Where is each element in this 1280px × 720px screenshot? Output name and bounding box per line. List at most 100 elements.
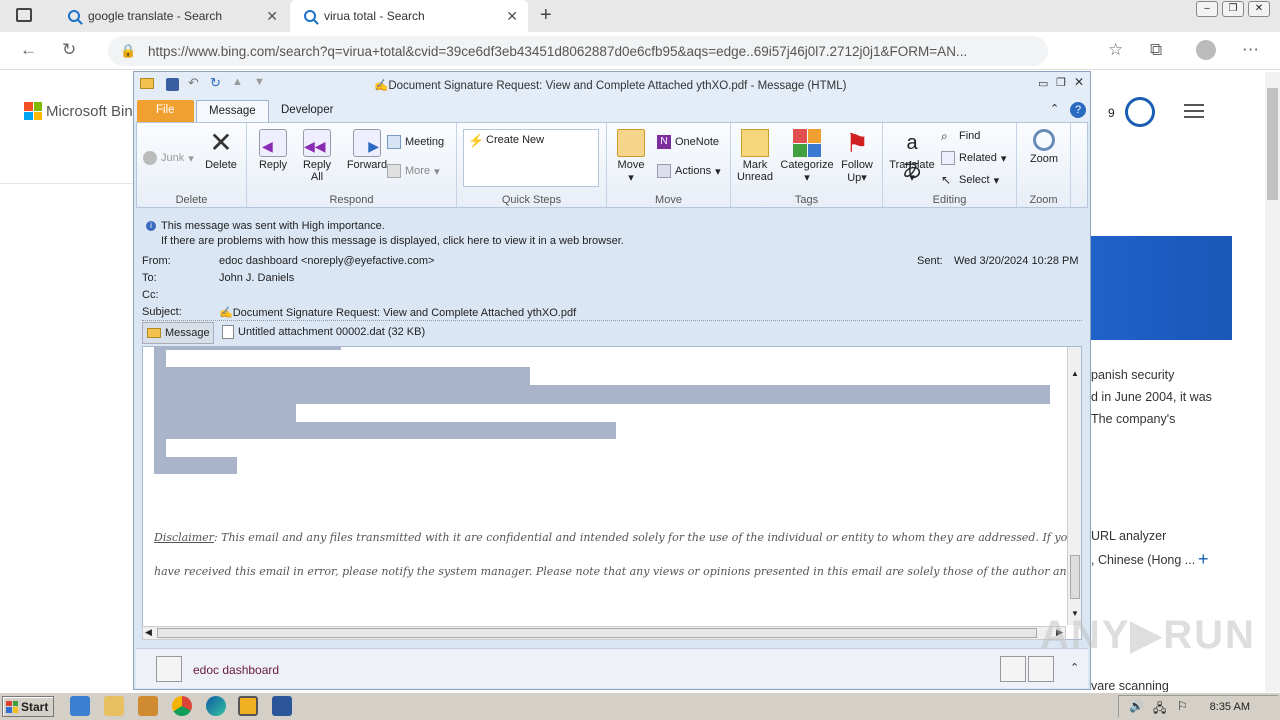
help-icon[interactable]: ?: [1070, 102, 1086, 118]
undo-icon[interactable]: ↶: [188, 75, 199, 91]
word-icon[interactable]: [272, 696, 292, 716]
meeting-button[interactable]: Meeting: [387, 135, 444, 149]
more-label: More: [405, 165, 431, 177]
collections-icon[interactable]: ⧉: [1150, 40, 1162, 60]
magnifier-icon: [1033, 129, 1055, 151]
tab-file[interactable]: File: [137, 100, 194, 122]
scroll-left-icon[interactable]: ◀: [145, 627, 152, 638]
expand-icon[interactable]: +: [1198, 549, 1209, 570]
redo-icon[interactable]: ↻: [210, 75, 221, 91]
subject-value: ✍Document Signature Request: View and Co…: [219, 307, 577, 319]
bing-blue-card: [1090, 236, 1232, 340]
side-text[interactable]: URL analyzer: [1091, 529, 1166, 543]
close-icon[interactable]: ✕: [506, 8, 518, 25]
forward-button[interactable]: ▶ Forward: [345, 129, 389, 171]
zoom-button[interactable]: Zoom: [1023, 129, 1065, 165]
create-new-label: Create New: [486, 134, 545, 146]
attachment-item[interactable]: Untitled attachment 00002.dat (32 KB): [222, 325, 425, 339]
more-respond-button[interactable]: More ▾: [387, 164, 440, 178]
junk-button[interactable]: Junk ▾: [143, 151, 194, 165]
selection-highlight: [154, 385, 1050, 404]
avatar[interactable]: [1000, 656, 1026, 682]
restore-button[interactable]: ❐: [1056, 76, 1066, 89]
categorize-button[interactable]: Categorize ▾: [779, 129, 835, 184]
lock-icon[interactable]: 🔒: [120, 43, 136, 59]
favorites-icon[interactable]: ☆: [1108, 40, 1123, 60]
selection-highlight: [154, 439, 166, 457]
tab-google-translate[interactable]: google translate - Search ✕: [54, 0, 288, 32]
find-label: Find: [959, 130, 981, 142]
outlook-icon[interactable]: [238, 696, 258, 716]
view-in-browser-notice[interactable]: If there are problems with how this mess…: [161, 235, 624, 247]
body-horizontal-scrollbar[interactable]: ◀ ▶: [142, 626, 1066, 640]
message-view-tab[interactable]: Message: [142, 322, 214, 344]
new-tab-button[interactable]: +: [540, 4, 552, 27]
tab-message[interactable]: Message: [196, 100, 269, 122]
mark-unread-button[interactable]: Mark Unread: [735, 129, 775, 183]
quick-steps-gallery[interactable]: ⚡ Create New: [463, 129, 599, 187]
actions-button[interactable]: Actions ▾: [657, 164, 721, 178]
move-button[interactable]: Move ▾: [613, 129, 649, 184]
media-player-icon[interactable]: [138, 696, 158, 716]
start-button[interactable]: Start: [2, 696, 54, 717]
scroll-thumb[interactable]: [1070, 555, 1080, 599]
rewards-icon[interactable]: [1125, 97, 1155, 127]
side-text[interactable]: , Chinese (Hong ...: [1091, 553, 1195, 567]
restore-button[interactable]: ❐: [1222, 1, 1244, 17]
reply-label: Reply: [258, 159, 288, 171]
address-bar[interactable]: 🔒 https://www.bing.com/search?q=virua+to…: [108, 36, 1048, 66]
back-icon[interactable]: ←: [20, 40, 37, 60]
up-icon[interactable]: ▲: [232, 76, 243, 88]
selection-highlight: [154, 347, 166, 367]
select-button[interactable]: ↖ Select ▾: [941, 173, 999, 187]
close-window-button[interactable]: ✕: [1248, 1, 1270, 17]
avatar[interactable]: [1028, 656, 1054, 682]
reply-button[interactable]: ◀ Reply: [255, 129, 291, 171]
down-icon[interactable]: ▼: [254, 76, 265, 88]
h-scroll-thumb[interactable]: [157, 628, 1037, 638]
chrome-icon[interactable]: [172, 696, 192, 716]
file-icon: [222, 325, 234, 339]
to-value[interactable]: John J. Daniels: [219, 272, 294, 284]
from-label: From:: [142, 255, 171, 267]
collapse-ribbon-icon[interactable]: ⌃: [1050, 102, 1059, 115]
tab-developer[interactable]: Developer: [269, 100, 345, 122]
profile-avatar[interactable]: [1196, 40, 1216, 60]
edge-icon[interactable]: [206, 696, 226, 716]
from-value[interactable]: edoc dashboard <noreply@eyefactive.com>: [219, 255, 434, 267]
create-new-quick-step[interactable]: ⚡ Create New: [468, 133, 545, 148]
avatar[interactable]: [156, 656, 182, 682]
follow-up-button[interactable]: ⚑ Follow Up▾: [837, 129, 877, 184]
group-label: Tags: [794, 194, 819, 206]
ie-icon[interactable]: [70, 696, 90, 716]
minimize-button[interactable]: ▭: [1038, 77, 1048, 90]
scroll-up-icon[interactable]: ▲: [1069, 369, 1081, 381]
explorer-icon[interactable]: [104, 696, 124, 716]
translate-button[interactable]: aあ Translate ▾: [887, 129, 937, 184]
onenote-button[interactable]: N OneNote: [657, 135, 719, 149]
refresh-icon[interactable]: ↻: [62, 40, 76, 60]
more-icon[interactable]: ⋯: [1242, 40, 1259, 60]
body-vertical-scrollbar[interactable]: ▲ ▼: [1067, 347, 1081, 625]
expand-people-icon[interactable]: ⌃: [1070, 661, 1079, 674]
group-quick-steps: ⚡ Create New Quick Steps: [457, 123, 607, 207]
volume-icon[interactable]: 🔊: [1129, 699, 1144, 713]
minimize-button[interactable]: –: [1196, 1, 1218, 17]
network-icon[interactable]: 🖧: [1153, 699, 1166, 720]
related-button[interactable]: Related ▾: [941, 151, 1006, 165]
page-scroll-thumb[interactable]: [1267, 88, 1278, 200]
save-icon[interactable]: [166, 78, 179, 91]
people-name[interactable]: edoc dashboard: [193, 663, 279, 677]
flag-icon[interactable]: ⚐: [1177, 699, 1188, 713]
bing-logo[interactable]: Microsoft Bin: [24, 102, 133, 120]
tab-actions-icon[interactable]: [16, 8, 32, 22]
find-button[interactable]: ⌕ Find: [941, 129, 980, 143]
close-button[interactable]: ✕: [1074, 75, 1084, 89]
reply-all-button[interactable]: ◀◀ Reply All: [299, 129, 335, 183]
envelope-icon: [140, 78, 154, 89]
close-icon[interactable]: ✕: [266, 8, 278, 25]
selection-highlight: [166, 347, 341, 350]
tab-virua-total[interactable]: virua total - Search ✕: [290, 0, 528, 32]
menu-icon[interactable]: [1184, 104, 1204, 118]
delete-button[interactable]: ✕ Delete: [201, 129, 241, 172]
